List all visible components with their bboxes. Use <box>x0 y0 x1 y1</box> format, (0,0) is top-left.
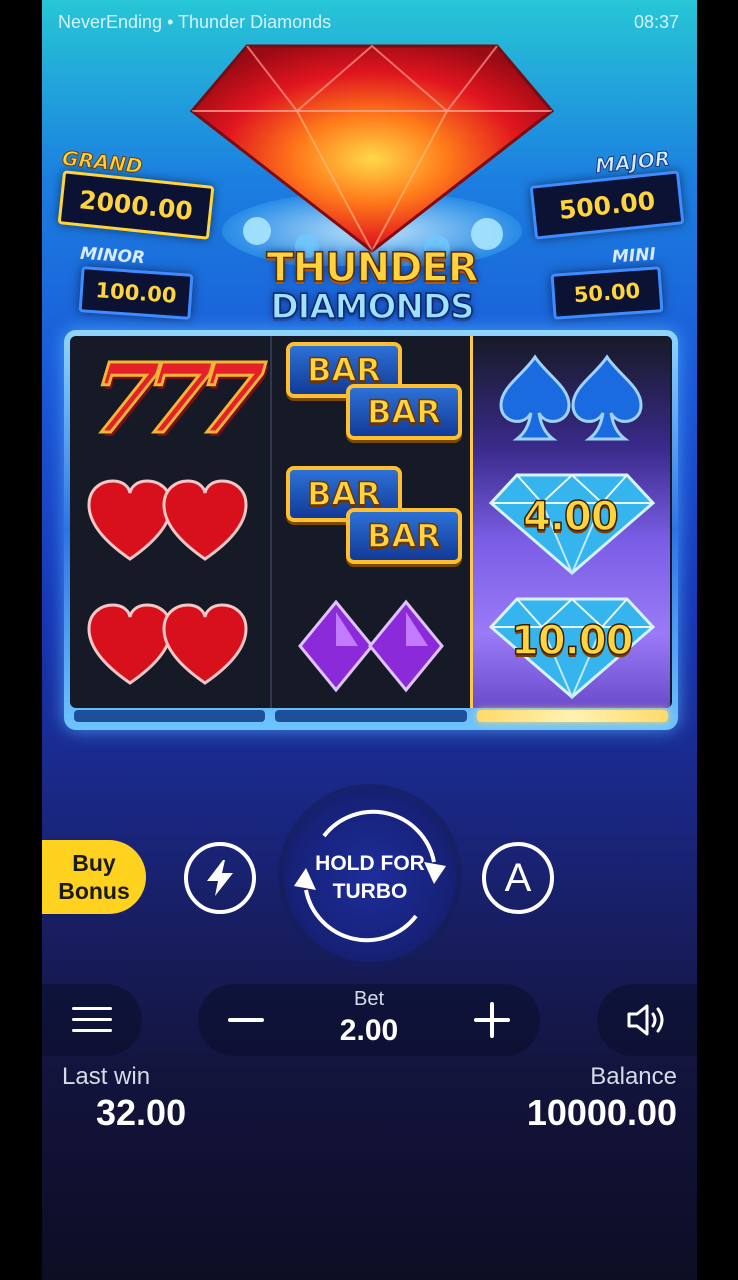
autoplay-label: A <box>504 855 532 900</box>
balance-label: Balance <box>590 1063 677 1090</box>
lightning-icon <box>207 860 233 896</box>
buy-bonus-label-2: Bonus <box>58 878 130 904</box>
minor-jackpot-label: MINOR <box>79 243 146 269</box>
symbol-cell <box>70 584 270 708</box>
seven-symbol: 777 <box>83 340 256 456</box>
menu-button[interactable] <box>42 984 142 1056</box>
spin-button[interactable]: HOLD FOR TURBO <box>284 790 456 962</box>
bet-selector: Bet 2.00 <box>198 984 540 1056</box>
last-win-value: 32.00 <box>96 1092 187 1133</box>
bet-increase-button[interactable] <box>470 998 514 1042</box>
turbo-button[interactable] <box>184 842 256 914</box>
reel-1: 777 <box>70 336 270 708</box>
symbol-cell: BAR BAR <box>272 336 470 460</box>
autoplay-button[interactable]: A <box>482 842 554 914</box>
diamond-win-value: 10.00 <box>510 617 634 665</box>
mini-jackpot-value: 50.00 <box>550 266 664 320</box>
spin-label: HOLD FOR TURBO <box>284 850 456 906</box>
logo-line-2: DIAMONDS <box>270 287 476 327</box>
spin-label-2: TURBO <box>332 880 408 903</box>
game-logo: THUNDER DIAMONDS <box>242 245 502 327</box>
clock: 08:37 <box>633 12 679 32</box>
reel-3: 4.00 10.00 <box>470 336 670 708</box>
spin-label-1: HOLD FOR <box>315 852 425 875</box>
diamond-win-value: 4.00 <box>522 493 619 541</box>
double-spade-icon <box>498 354 643 441</box>
hamburger-icon <box>72 1007 112 1032</box>
game-screen: NeverEnding • Thunder Diamonds 08:37 GRA… <box>42 0 697 1280</box>
bar-symbol: BAR <box>346 508 462 564</box>
status-bar: NeverEnding • Thunder Diamonds 08:37 <box>42 8 697 36</box>
reel-2-indicator <box>275 710 467 722</box>
symbol-cell: 4.00 <box>473 460 670 584</box>
speaker-icon <box>627 1004 664 1036</box>
reel-indicators <box>70 710 672 722</box>
minor-jackpot-value: 100.00 <box>78 266 194 320</box>
double-heart-icon <box>87 603 248 685</box>
double-purple-diamond-icon <box>298 599 444 693</box>
reel-grid: 777 BAR BAR BAR BAR 4.00 10.00 <box>70 336 672 708</box>
symbol-cell <box>70 460 270 584</box>
mini-jackpot-label: MINI <box>611 244 657 268</box>
symbol-cell: BAR BAR <box>272 460 470 584</box>
symbol-cell <box>272 584 470 708</box>
reel-2: BAR BAR BAR BAR <box>270 336 470 708</box>
sound-button[interactable] <box>597 984 697 1056</box>
app-title: NeverEnding • Thunder Diamonds <box>58 12 332 32</box>
symbol-cell: 10.00 <box>473 584 670 708</box>
reel-3-indicator <box>476 710 668 722</box>
last-win-label: Last win <box>62 1063 151 1090</box>
buy-bonus-label-1: Buy <box>72 850 116 876</box>
bar-symbol: BAR <box>346 384 462 440</box>
plus-icon <box>474 1002 510 1038</box>
buy-bonus-button[interactable]: Buy Bonus <box>42 840 146 914</box>
balance-value: 10000.00 <box>526 1092 677 1133</box>
double-heart-icon <box>87 479 248 561</box>
symbol-cell <box>473 336 670 460</box>
red-diamond-art <box>189 44 555 266</box>
reel-1-indicator <box>74 710 266 722</box>
reel-frame: 777 BAR BAR BAR BAR 4.00 10.00 <box>64 330 678 730</box>
symbol-cell: 777 <box>70 336 270 460</box>
logo-line-1: THUNDER <box>266 245 480 291</box>
